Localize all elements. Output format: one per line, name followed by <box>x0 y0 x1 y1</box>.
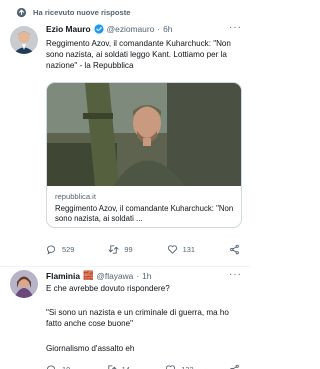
like-count: 132 <box>181 365 193 369</box>
share-button[interactable] <box>229 364 240 369</box>
reply-text-line: E che avrebbe dovuto rispondere? <box>46 284 170 293</box>
author-name[interactable]: Flaminia <box>46 271 80 281</box>
avatar[interactable] <box>10 270 38 298</box>
reply-button[interactable]: 529 <box>46 244 74 255</box>
retweet-icon <box>107 365 117 369</box>
reply-icon <box>46 365 56 369</box>
reply-count: 10 <box>62 365 70 369</box>
card-image[interactable] <box>47 83 241 186</box>
reply-count: 529 <box>62 245 75 254</box>
author-name[interactable]: Ezio Mauro <box>46 24 91 34</box>
card-title: Reggimento Azov, il comandante Kuharchuc… <box>55 204 234 223</box>
tweet-text: Reggimento Azov, il comandante Kuharchuc… <box>46 39 231 70</box>
tweet-header: Ezio Mauro @eziomauro · 6h <box>46 24 172 34</box>
like-button[interactable]: 131 <box>167 244 195 255</box>
context-label: Ha ricevuto nuove risposte <box>33 8 131 17</box>
author-emoji: 🧱 <box>82 270 94 280</box>
card-domain: repubblica.it <box>55 192 96 201</box>
reply-icon <box>46 245 56 255</box>
like-button[interactable]: 132 <box>165 364 194 369</box>
retweet-icon <box>108 245 119 254</box>
tweet-actions: 529 99 131 <box>46 244 240 255</box>
tweet[interactable]: Flaminia 🧱 @flayawa · 1h ··· E che avreb… <box>0 267 250 369</box>
retweet-button[interactable]: 14 <box>106 364 130 369</box>
retweet-count: 14 <box>122 365 130 369</box>
reply-button[interactable]: 10 <box>46 364 70 369</box>
link-card[interactable]: repubblica.it Reggimento Azov, il comand… <box>46 82 242 228</box>
like-count: 131 <box>182 245 195 254</box>
share-icon <box>230 364 239 369</box>
retweet-count: 99 <box>124 245 133 254</box>
reply-text-line: Giornalismo d'assalto eh <box>46 344 135 353</box>
author-handle[interactable]: @eziomauro <box>107 24 155 34</box>
heart-icon <box>167 245 177 254</box>
verified-badge-icon <box>94 24 104 34</box>
share-button[interactable] <box>229 244 240 255</box>
tweet-time[interactable]: 6h <box>163 24 172 34</box>
share-icon <box>230 244 239 255</box>
more-options-icon[interactable]: ··· <box>229 22 242 33</box>
reply-text-line: "Si sono un nazista e un criminale di gu… <box>46 308 229 328</box>
tweet-time[interactable]: 1h <box>142 271 151 281</box>
separator-dot: · <box>136 270 140 281</box>
separator-dot: · <box>157 24 161 34</box>
author-handle[interactable]: @flayawa <box>96 271 133 281</box>
avatar[interactable] <box>10 26 38 54</box>
retweet-button[interactable]: 99 <box>108 244 133 255</box>
tweet-header: Flaminia 🧱 @flayawa · 1h <box>46 270 151 281</box>
tweet-actions: 10 14 132 <box>46 364 240 369</box>
heart-icon <box>166 365 176 369</box>
activity-icon <box>16 7 27 18</box>
more-options-icon[interactable]: ··· <box>229 269 242 280</box>
context-line: Ha ricevuto nuove risposte <box>16 7 130 18</box>
tweet[interactable]: Ezio Mauro @eziomauro · 6h ··· Reggiment… <box>0 20 250 267</box>
